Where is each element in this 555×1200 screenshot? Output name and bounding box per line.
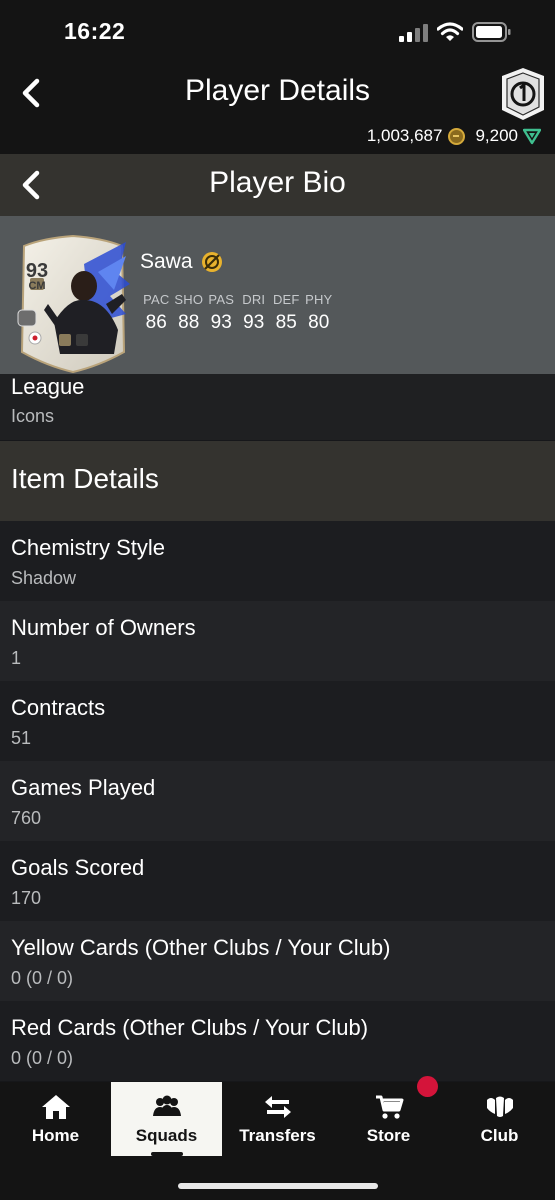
league-row: League Icons	[0, 374, 555, 440]
section-title: Item Details	[11, 463, 159, 494]
squads-icon	[152, 1095, 181, 1116]
player-bio-header: Player Bio	[0, 154, 555, 216]
section-title: Player Bio	[209, 166, 346, 199]
row-value: 51	[11, 728, 32, 748]
row-label: League	[11, 374, 85, 399]
nav-label: Club	[480, 1126, 519, 1145]
row-label: Chemistry Style	[11, 535, 166, 560]
battery-icon	[472, 22, 511, 42]
row-value: Icons	[11, 406, 55, 426]
player-stats: PAC 86 SHO 88 PAS 93 DRI 93 DEF 85 PHY 8…	[140, 292, 335, 334]
player-card[interactable]: 93 CM	[14, 234, 132, 374]
page-title: Player Details	[184, 74, 371, 107]
coin-icon	[448, 127, 466, 145]
row-label: Red Cards (Other Clubs / Your Club)	[11, 1015, 369, 1040]
coins-balance: 1,003,687	[366, 126, 443, 145]
nav-label: Transfers	[239, 1126, 316, 1145]
owners-row: Number of Owners 1	[0, 601, 555, 681]
row-label: Yellow Cards (Other Clubs / Your Club)	[11, 935, 391, 960]
wifi-icon	[437, 22, 463, 41]
row-value: 1	[11, 648, 22, 668]
games-played-row: Games Played 760	[0, 761, 555, 841]
objectives-badge-icon[interactable]	[498, 66, 548, 122]
status-bar: 16:22	[0, 0, 555, 62]
nav-transfers[interactable]: Transfers	[222, 1082, 333, 1156]
chemistry-style-row: Chemistry Style Shadow	[0, 521, 555, 601]
stat-def: DEF 85	[272, 292, 300, 333]
points-balance: 9,200	[475, 126, 518, 145]
store-notification-badge	[417, 1076, 438, 1097]
nav-home[interactable]: Home	[0, 1082, 111, 1156]
row-value: 0 (0 / 0)	[11, 1048, 74, 1068]
row-value: 0 (0 / 0)	[11, 968, 74, 988]
row-label: Games Played	[11, 775, 156, 800]
yellow-cards-row: Yellow Cards (Other Clubs / Your Club) 0…	[0, 921, 555, 1001]
stat-dri: DRI 93	[242, 292, 266, 333]
untradeable-icon	[201, 252, 222, 272]
app-header: Player Details 1,003,687 9,200	[0, 62, 555, 154]
home-indicator[interactable]	[178, 1183, 378, 1189]
item-details-header: Item Details	[0, 441, 555, 521]
stat-phy: PHY 80	[305, 292, 333, 333]
fc-points-icon	[523, 128, 541, 144]
player-name: Sawa	[140, 250, 193, 273]
row-value: Shadow	[11, 568, 77, 588]
stat-pac: PAC 86	[143, 292, 170, 333]
stat-pas: PAS 93	[208, 292, 235, 333]
nav-label: Squads	[135, 1126, 198, 1145]
row-value: 170	[11, 888, 42, 908]
transfers-icon	[264, 1096, 291, 1118]
active-tab-indicator	[151, 1152, 183, 1156]
cellular-signal-icon	[399, 24, 429, 42]
nav-label: Store	[366, 1126, 411, 1145]
card-rating: 93	[26, 260, 48, 282]
card-position: CM	[28, 280, 45, 292]
player-name-row: Sawa	[140, 250, 223, 274]
row-value: 760	[11, 808, 42, 828]
contracts-row: Contracts 51	[0, 681, 555, 761]
goals-scored-row: Goals Scored 170	[0, 841, 555, 921]
row-label: Goals Scored	[11, 855, 145, 880]
player-summary: 93 CM Sawa PAC 86 SHO 88 PAS 93 DRI 93 D…	[0, 216, 555, 374]
nav-label: Home	[31, 1126, 80, 1145]
store-icon	[375, 1095, 403, 1119]
currency-bar: 1,003,687 9,200	[367, 126, 541, 146]
club-icon	[486, 1096, 513, 1117]
stat-sho: SHO 88	[174, 292, 204, 333]
row-label: Contracts	[11, 695, 106, 720]
red-cards-row: Red Cards (Other Clubs / Your Club) 0 (0…	[0, 1001, 555, 1081]
row-label: Number of Owners	[11, 615, 196, 640]
nav-squads[interactable]: Squads	[111, 1082, 222, 1156]
home-icon	[41, 1095, 70, 1119]
nav-club[interactable]: Club	[444, 1082, 555, 1156]
status-time: 16:22	[64, 18, 126, 44]
